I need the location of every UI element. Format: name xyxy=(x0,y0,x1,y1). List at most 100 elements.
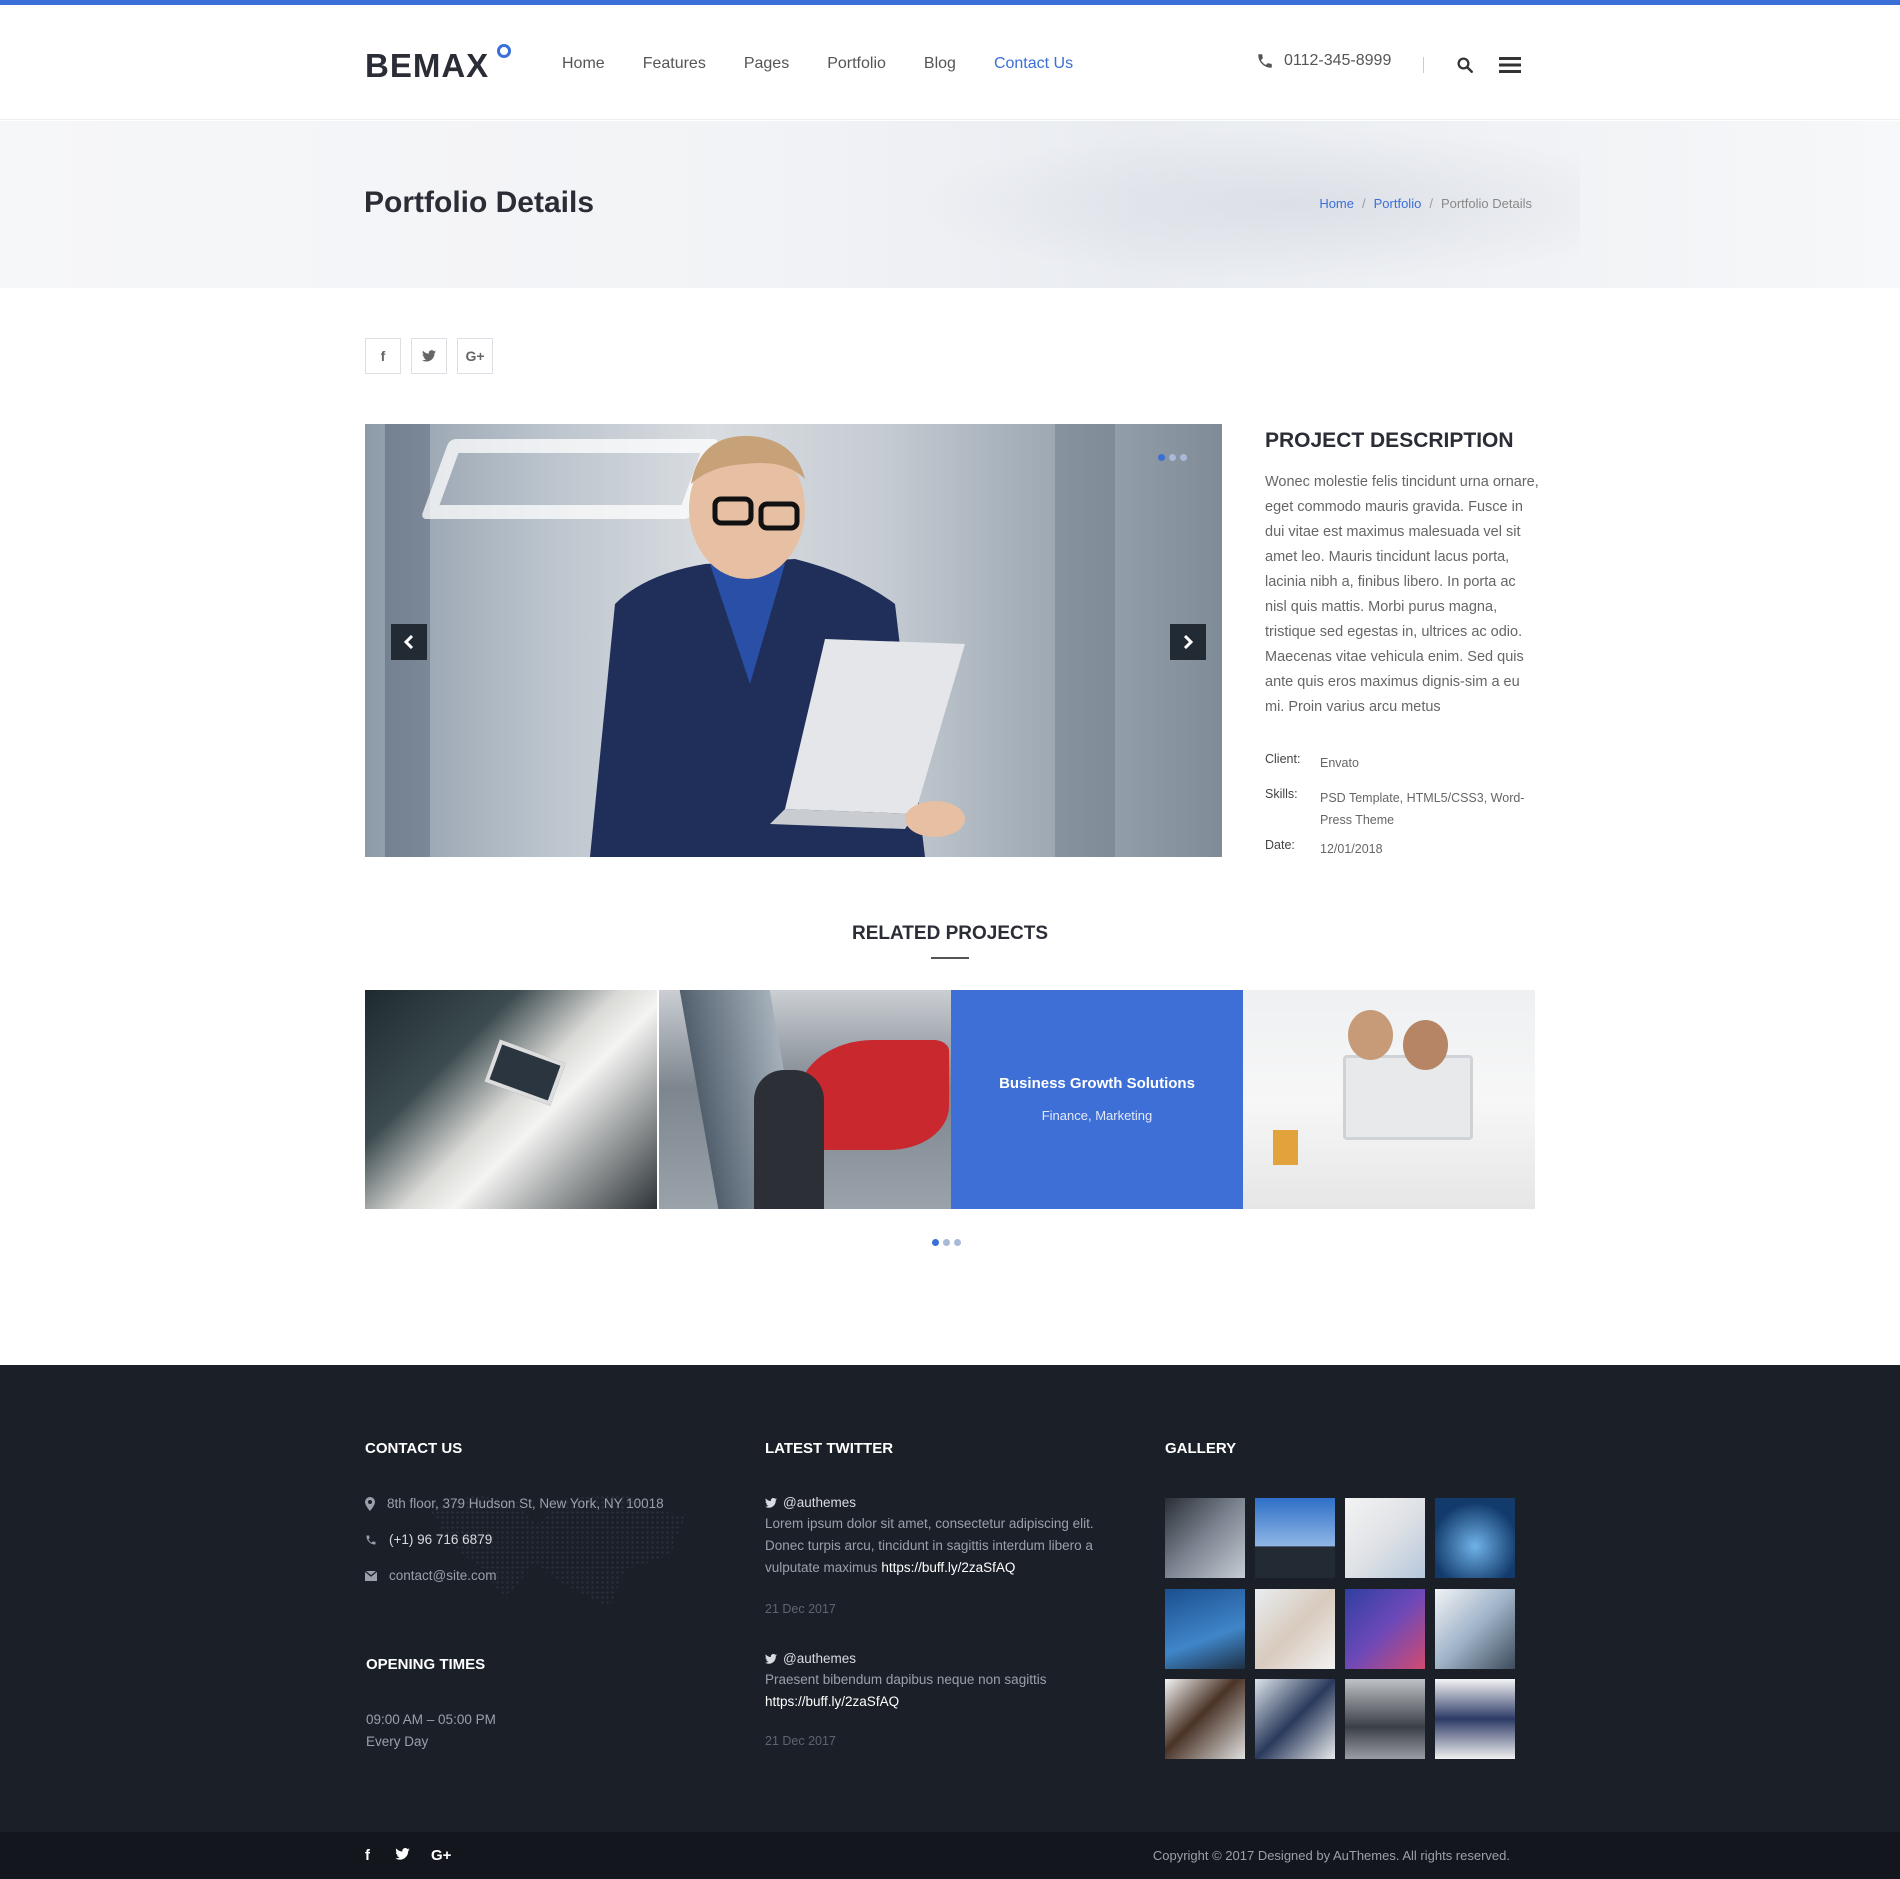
breadcrumb-portfolio[interactable]: Portfolio xyxy=(1374,196,1422,211)
footer-contact-heading: CONTACT US xyxy=(365,1440,463,1457)
logo-ring-icon xyxy=(497,44,512,58)
footer-address: 8th floor, 379 Hudson St, New York, NY 1… xyxy=(365,1496,664,1511)
footer-phone[interactable]: (+1) 96 716 6879 xyxy=(365,1532,492,1547)
related-project-card[interactable] xyxy=(365,990,657,1209)
project-image-slider[interactable] xyxy=(365,424,1222,857)
breadcrumb-current: Portfolio Details xyxy=(1440,196,1532,211)
gallery-thumb[interactable] xyxy=(1165,1679,1245,1759)
slide-photo-man-with-laptop xyxy=(590,435,965,857)
slider-dot[interactable] xyxy=(1180,454,1187,461)
tweet-handle[interactable]: @authemes xyxy=(765,1651,856,1666)
tweet-date: 21 Dec 2017 xyxy=(765,1734,836,1748)
gallery-thumb[interactable] xyxy=(1255,1589,1335,1669)
main-nav: Home Features Pages Portfolio Blog Conta… xyxy=(562,55,1111,73)
tweet-text: Lorem ipsum dolor sit amet, consectetur … xyxy=(765,1516,1094,1575)
meta-value: 12/01/2018 xyxy=(1320,842,1383,856)
phone-icon xyxy=(1258,54,1272,68)
breadcrumb: Home / Portfolio / Portfolio Details xyxy=(1319,196,1532,211)
menu-icon[interactable] xyxy=(1498,53,1522,77)
related-project-card[interactable] xyxy=(659,990,951,1209)
hero-figure-image xyxy=(754,1070,824,1209)
person-image xyxy=(1348,1010,1393,1060)
nav-contact-us[interactable]: Contact Us xyxy=(994,55,1073,73)
meta-value: Envato xyxy=(1320,756,1359,770)
search-icon[interactable] xyxy=(1453,53,1477,77)
footer-twitter-link[interactable] xyxy=(395,1847,410,1864)
site-header: BEMAX Home Features Pages Portfolio Blog… xyxy=(0,5,1900,120)
slider-prev-button[interactable] xyxy=(391,624,427,660)
envelope-icon xyxy=(365,1570,377,1581)
gallery-thumb[interactable] xyxy=(1345,1589,1425,1669)
slider-dots xyxy=(1158,454,1187,461)
gallery-thumb[interactable] xyxy=(1165,1589,1245,1669)
twitter-icon xyxy=(765,1653,777,1664)
opening-days: Every Day xyxy=(366,1734,429,1749)
share-facebook-button[interactable]: f xyxy=(365,338,401,374)
logo[interactable]: BEMAX xyxy=(365,44,512,85)
nav-portfolio[interactable]: Portfolio xyxy=(827,55,886,73)
slider-dot[interactable] xyxy=(1158,454,1165,461)
tweet-link[interactable]: https://buff.ly/2zaSfAQ xyxy=(765,1694,899,1709)
related-dot[interactable] xyxy=(954,1239,961,1246)
tweet-link[interactable]: https://buff.ly/2zaSfAQ xyxy=(881,1560,1015,1575)
tweet-date: 21 Dec 2017 xyxy=(765,1602,836,1616)
chevron-right-icon xyxy=(1183,635,1194,649)
nav-blog[interactable]: Blog xyxy=(924,55,956,73)
project-description-text: Wonec molestie felis tincidunt urna orna… xyxy=(1265,474,1539,715)
footer-bottom-bar xyxy=(0,1832,1900,1879)
laptop-image xyxy=(484,1039,566,1106)
tweet-handle[interactable]: @authemes xyxy=(765,1495,856,1510)
related-project-card-hover[interactable]: Business Growth Solutions Finance, Marke… xyxy=(951,990,1243,1209)
nav-features[interactable]: Features xyxy=(643,55,706,73)
meta-value: PSD Template, HTML5/CSS3, Word-Press The… xyxy=(1320,791,1525,827)
meta-client: Client: Envato xyxy=(1265,752,1540,774)
footer-gallery-heading: GALLERY xyxy=(1165,1440,1237,1457)
gallery-thumb[interactable] xyxy=(1435,1679,1515,1759)
footer-facebook-link[interactable]: f xyxy=(365,1847,370,1864)
related-project-card[interactable] xyxy=(1243,990,1535,1209)
project-description-heading: PROJECT DESCRIPTION xyxy=(1265,429,1514,452)
related-dot[interactable] xyxy=(932,1239,939,1246)
copyright-text: Copyright © 2017 Designed by AuThemes. A… xyxy=(1152,1848,1510,1863)
slider-dot[interactable] xyxy=(1169,454,1176,461)
facebook-icon: f xyxy=(380,348,386,364)
pencil-cup-image xyxy=(1273,1130,1298,1165)
share-twitter-button[interactable] xyxy=(411,338,447,374)
tweet-text: Praesent bibendum dapibus neque non sagi… xyxy=(765,1672,1047,1709)
opening-hours: 09:00 AM – 05:00 PM xyxy=(366,1712,496,1727)
phone-icon xyxy=(366,1535,376,1544)
related-dot[interactable] xyxy=(943,1239,950,1246)
meta-skills: Skills: PSD Template, HTML5/CSS3, Word-Pr… xyxy=(1265,787,1540,831)
slider-next-button[interactable] xyxy=(1170,624,1206,660)
related-dots xyxy=(932,1239,961,1246)
nav-home[interactable]: Home xyxy=(562,55,605,73)
gallery-thumb[interactable] xyxy=(1345,1679,1425,1759)
nav-pages[interactable]: Pages xyxy=(744,55,789,73)
gallery-thumb[interactable] xyxy=(1255,1679,1335,1759)
header-divider xyxy=(1423,57,1424,73)
phone-number: 0112-345-8999 xyxy=(1284,52,1392,69)
heading-underline xyxy=(931,957,969,959)
footer-email[interactable]: contact@site.com xyxy=(365,1568,497,1583)
breadcrumb-home[interactable]: Home xyxy=(1319,196,1354,211)
meta-label: Client: xyxy=(1265,752,1301,766)
person-image xyxy=(1403,1020,1448,1070)
meta-label: Date: xyxy=(1265,838,1295,852)
gallery-thumb[interactable] xyxy=(1435,1589,1515,1669)
page-title: Portfolio Details xyxy=(364,186,595,219)
background-pillar xyxy=(1055,424,1115,857)
gallery-thumb[interactable] xyxy=(1165,1498,1245,1578)
gallery-thumb[interactable] xyxy=(1255,1498,1335,1578)
gallery-thumb[interactable] xyxy=(1435,1498,1515,1578)
footer-google-plus-link[interactable]: G+ xyxy=(431,1847,451,1864)
meta-label: Skills: xyxy=(1265,787,1298,801)
gallery-thumb[interactable] xyxy=(1345,1498,1425,1578)
footer-opening-heading: OPENING TIMES xyxy=(366,1656,486,1673)
related-project-category: Finance, Marketing xyxy=(1041,1108,1153,1123)
twitter-icon xyxy=(395,1847,410,1860)
twitter-icon xyxy=(765,1497,777,1508)
header-phone[interactable]: 0112-345-8999 xyxy=(1256,52,1391,70)
meta-date: Date: 12/01/2018 xyxy=(1265,838,1540,860)
share-google-plus-button[interactable]: G+ xyxy=(457,338,493,374)
footer-twitter-heading: LATEST TWITTER xyxy=(765,1440,894,1457)
